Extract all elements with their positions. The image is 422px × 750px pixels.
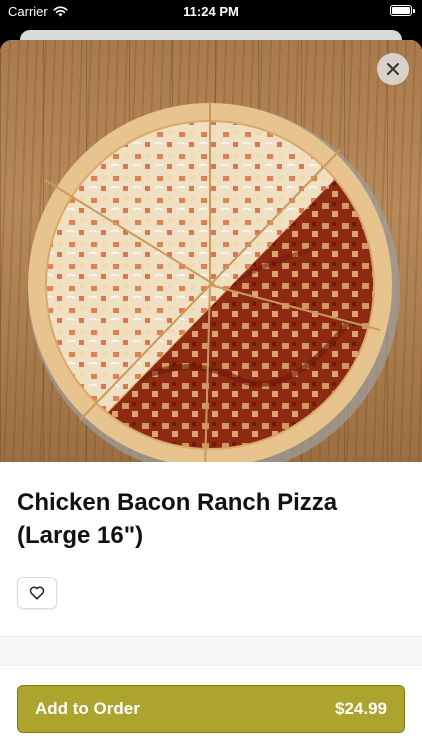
heart-icon [29,586,45,600]
product-image [0,40,422,462]
product-detail-sheet: Chicken Bacon Ranch Pizza (Large 16") Ad… [0,40,422,750]
favorite-button[interactable] [17,577,57,609]
product-title: Chicken Bacon Ranch Pizza (Large 16") [17,489,338,549]
close-button[interactable] [377,53,409,85]
section-divider [0,636,422,666]
status-bar: Carrier 11:24 PM [0,0,422,22]
battery-icon [390,5,415,16]
status-time: 11:24 PM [183,4,239,19]
add-to-order-label: Add to Order [35,699,140,718]
pizza-illustration [28,102,400,462]
screen: Carrier 11:24 PM Chicken Bacon Ranch Piz… [0,0,422,750]
price-label: $24.99 [335,699,387,718]
add-to-order-button[interactable]: Add to Order $24.99 [17,685,405,733]
close-icon [387,63,399,75]
